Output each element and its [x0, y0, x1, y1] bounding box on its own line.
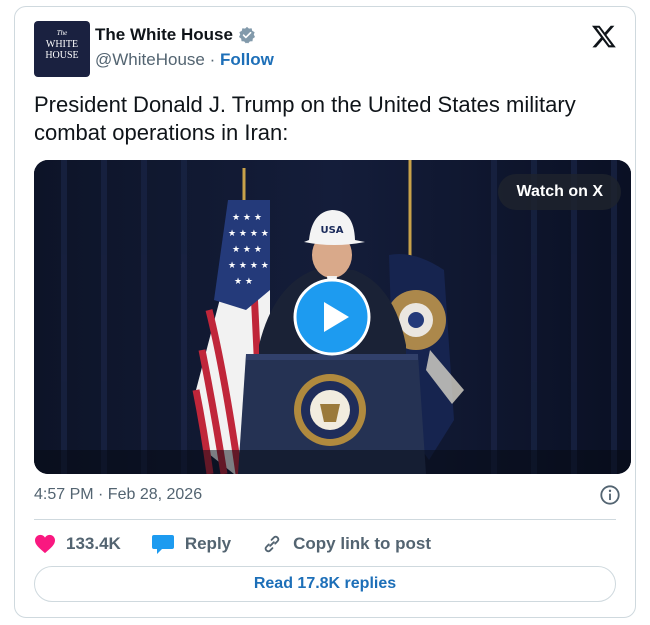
- video-player[interactable]: ★ ★ ★ ★ ★ ★ ★ ★ ★ ★ ★ ★ ★ ★ ★ ★ USA Watc…: [34, 160, 631, 474]
- display-name[interactable]: The White House: [95, 25, 233, 45]
- svg-text:★ ★ ★ ★: ★ ★ ★ ★: [228, 261, 269, 271]
- post-timestamp[interactable]: 4:57 PM · Feb 28, 2026: [34, 486, 202, 504]
- avatar-text-white: WHITE: [45, 39, 79, 50]
- avatar-text-the: The: [56, 29, 68, 37]
- heart-icon: [35, 534, 55, 554]
- action-bar: 133.4K Reply Copy link to post: [34, 531, 461, 557]
- play-icon[interactable]: [293, 278, 371, 356]
- like-button[interactable]: 133.4K: [34, 534, 121, 554]
- account-name-row[interactable]: The White House: [95, 25, 256, 45]
- follow-button[interactable]: Follow: [220, 50, 274, 69]
- embedded-post-card: The WHITE HOUSE The White House @WhiteHo…: [14, 6, 636, 618]
- svg-text:★ ★ ★: ★ ★ ★: [232, 213, 262, 223]
- account-handle[interactable]: @WhiteHouse: [95, 50, 205, 69]
- svg-text:★ ★ ★: ★ ★ ★: [232, 245, 262, 255]
- x-logo-icon[interactable]: [591, 23, 617, 49]
- avatar-text-house: HOUSE: [45, 50, 79, 61]
- cap-text: USA: [320, 225, 343, 236]
- avatar[interactable]: The WHITE HOUSE: [34, 21, 90, 77]
- svg-text:★ ★ ★ ★: ★ ★ ★ ★: [228, 229, 269, 239]
- copy-link-label: Copy link to post: [293, 534, 432, 553]
- post-text: President Donald J. Trump on the United …: [34, 92, 576, 145]
- reply-button[interactable]: Reply: [151, 533, 231, 555]
- info-icon[interactable]: [599, 484, 621, 506]
- divider: [34, 519, 616, 520]
- handle-row: @WhiteHouse · Follow: [95, 50, 274, 70]
- read-replies-button[interactable]: Read 17.8K replies: [34, 566, 616, 602]
- reply-bubble-icon: [151, 535, 174, 554]
- watch-on-x-button[interactable]: Watch on X: [498, 174, 621, 210]
- verified-badge-icon: [238, 26, 255, 44]
- like-count: 133.4K: [66, 534, 121, 553]
- reply-label: Reply: [184, 534, 232, 553]
- svg-text:★ ★: ★ ★: [234, 277, 253, 287]
- copy-link-button[interactable]: Copy link to post: [261, 533, 431, 555]
- handle-separator: ·: [209, 50, 216, 69]
- link-icon: [264, 535, 280, 553]
